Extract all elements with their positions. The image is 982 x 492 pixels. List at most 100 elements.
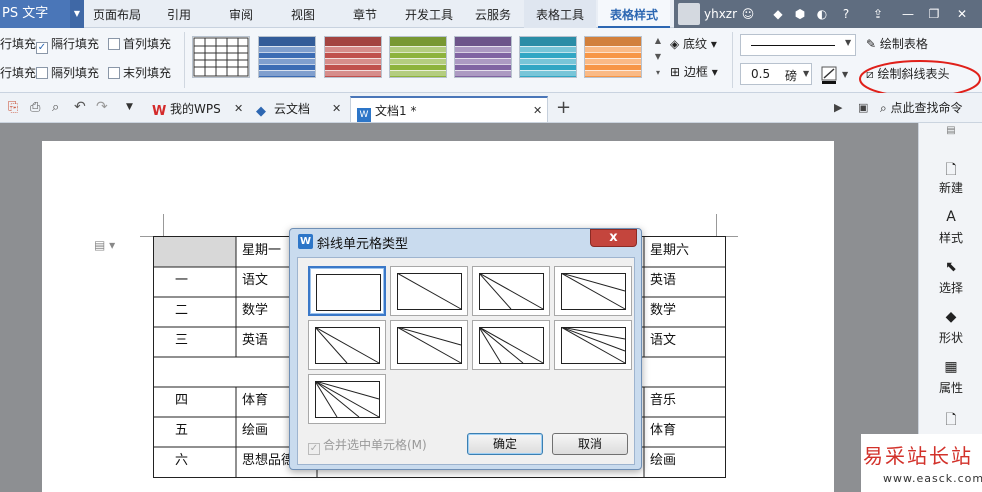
tab-cloud-docs[interactable]: ◆ 云文档 ✕ [250,96,348,122]
diagonal-option-diag-2-top[interactable] [554,266,632,316]
table-style-red[interactable] [324,36,382,78]
draw-table-button[interactable]: ✎ 绘制表格 [866,34,928,54]
style-gallery-scroll[interactable]: ▲ ▼ ▾ [652,33,664,83]
undo-icon[interactable]: ↶ [74,99,86,115]
diagonal-option-none[interactable] [308,266,386,316]
check-alt-col-fill[interactable]: 隔列填充 [36,63,99,83]
panel-shape[interactable]: ◆ 形状 [919,309,982,346]
table-style-purple[interactable] [454,36,512,78]
menu-review[interactable]: 审阅 [214,0,268,28]
line-width-select[interactable]: 0.5 磅 ▼ [740,63,812,85]
menu-page-layout[interactable]: 页面布局 [86,0,148,28]
dialog-close-button[interactable]: x [590,229,637,247]
table-cell[interactable]: 五 [175,416,188,446]
checkbox-icon[interactable] [108,67,120,79]
export-pdf-icon[interactable]: ⎘ [8,100,18,115]
checkbox-icon[interactable] [36,67,48,79]
cancel-button[interactable]: 取消 [552,433,628,455]
tab-document-1[interactable]: W 文档1 * ✕ [350,96,548,122]
table-cell[interactable]: 语文 [242,266,268,296]
panel-properties[interactable]: ▦ 属性 [919,359,982,396]
menu-table-tools[interactable]: 表格工具 [524,0,596,28]
panel-collapse-icon[interactable]: ▤ [919,125,982,136]
table-cell[interactable]: 语文 [650,326,676,356]
menu-view[interactable]: 视图 [276,0,330,28]
table-cell[interactable]: 四 [175,386,188,416]
close-icon[interactable]: ✕ [954,6,970,22]
diagonal-option-diag-4[interactable] [308,374,386,424]
redo-icon[interactable]: ↷ [96,99,108,115]
menu-cloud[interactable]: 云服务 [466,0,520,28]
check-row-fill[interactable]: 行填充 [0,34,36,54]
check-first-col-fill[interactable]: 首列填充 [108,34,171,54]
tab-my-wps[interactable]: W 我的WPS ✕ [146,96,250,122]
paragraph-handle-icon[interactable]: ▤ ▾ [94,238,115,252]
restore-icon[interactable]: ❐ [926,6,942,22]
table-cell[interactable]: 思想品德 [242,446,294,476]
panel-more[interactable]: 🗋 [919,409,982,429]
merge-cells-checkbox[interactable]: ✓ 合并选中单元格(M) [308,436,427,455]
share-icon[interactable]: ◐ [814,6,830,22]
table-cell[interactable]: 三 [175,326,188,356]
table-cell[interactable]: 体育 [650,416,676,446]
command-search[interactable]: ⌕ 点此查找命令 [880,98,963,120]
table-cell[interactable]: 英语 [650,266,676,296]
playback-icon[interactable]: ▶ [834,101,842,114]
border-button[interactable]: ⊞ 边框 ▾ [670,62,718,82]
table-style-plain[interactable] [192,36,250,78]
table-cell[interactable]: 星期一 [242,236,281,266]
menu-table-style[interactable]: 表格样式 [598,0,670,28]
table-cell[interactable]: 体育 [242,386,268,416]
table-cell[interactable]: 绘画 [242,416,268,446]
diagonal-option-diag-1[interactable] [390,266,468,316]
table-cell[interactable]: 一 [175,266,188,296]
checkbox-icon[interactable] [108,38,120,50]
checkbox-checked-icon[interactable]: ✓ [36,42,48,54]
panel-style[interactable]: A 样式 [919,209,982,246]
new-tab-icon[interactable]: + [556,97,571,118]
table-cell[interactable]: 英语 [242,326,268,356]
username[interactable]: yhxzr [704,0,737,28]
scroll-down-icon[interactable]: ▼ [652,49,664,65]
minimize-icon[interactable]: — [900,6,916,22]
check-last-col-fill[interactable]: 末列填充 [108,63,171,83]
panel-new[interactable]: 🗋 新建 [919,159,982,196]
collapse-ribbon-icon[interactable]: ⇪ [870,6,886,22]
table-cell[interactable]: 二 [175,296,188,326]
table-style-teal[interactable] [519,36,577,78]
table-cell[interactable]: 六 [175,446,188,476]
table-cell[interactable]: 数学 [650,296,676,326]
avatar[interactable] [678,3,700,25]
pen-color-button[interactable]: ▼ [820,65,852,85]
table-cell[interactable]: 数学 [242,296,268,326]
tab-close-icon[interactable]: ✕ [533,98,542,124]
table-style-orange[interactable] [584,36,642,78]
menu-section[interactable]: 章节 [338,0,392,28]
checkbox-checked-icon[interactable]: ✓ [308,443,320,455]
skin-icon[interactable]: ◆ [770,6,786,22]
print-preview-icon[interactable]: ⌕ [52,100,59,115]
robot-icon[interactable]: ☺ [740,6,756,22]
line-style-select[interactable]: ▼ [740,34,856,56]
settings-icon[interactable]: ⬢ [792,6,808,22]
menu-references[interactable]: 引用 [152,0,206,28]
help-icon[interactable]: ? [838,6,854,22]
table-cell[interactable]: 音乐 [650,386,676,416]
app-menu-dropdown-icon[interactable]: ▼ [70,0,84,28]
table-style-blue[interactable] [258,36,316,78]
diagonal-option-diag-2-right[interactable] [390,320,468,370]
app-menu-button[interactable]: PS 文字 [0,0,70,28]
diagonal-option-diag-2-bottom[interactable] [472,266,550,316]
scroll-up-icon[interactable]: ▲ [652,33,664,49]
diagonal-option-diag-3-a[interactable] [472,320,550,370]
table-style-green[interactable] [389,36,447,78]
ok-button[interactable]: 确定 [467,433,543,455]
shading-button[interactable]: ◈ 底纹 ▾ [670,34,717,54]
expand-gallery-icon[interactable]: ▾ [652,65,664,81]
check-row-fill-2[interactable]: 行填充 [0,63,36,83]
check-alt-row-fill[interactable]: ✓ 隔行填充 [36,34,99,54]
diagonal-option-diag-3-b[interactable] [554,320,632,370]
table-cell[interactable]: 星期六 [650,236,689,266]
tab-close-icon[interactable]: ✕ [332,96,341,122]
tab-close-icon[interactable]: ✕ [234,96,243,122]
